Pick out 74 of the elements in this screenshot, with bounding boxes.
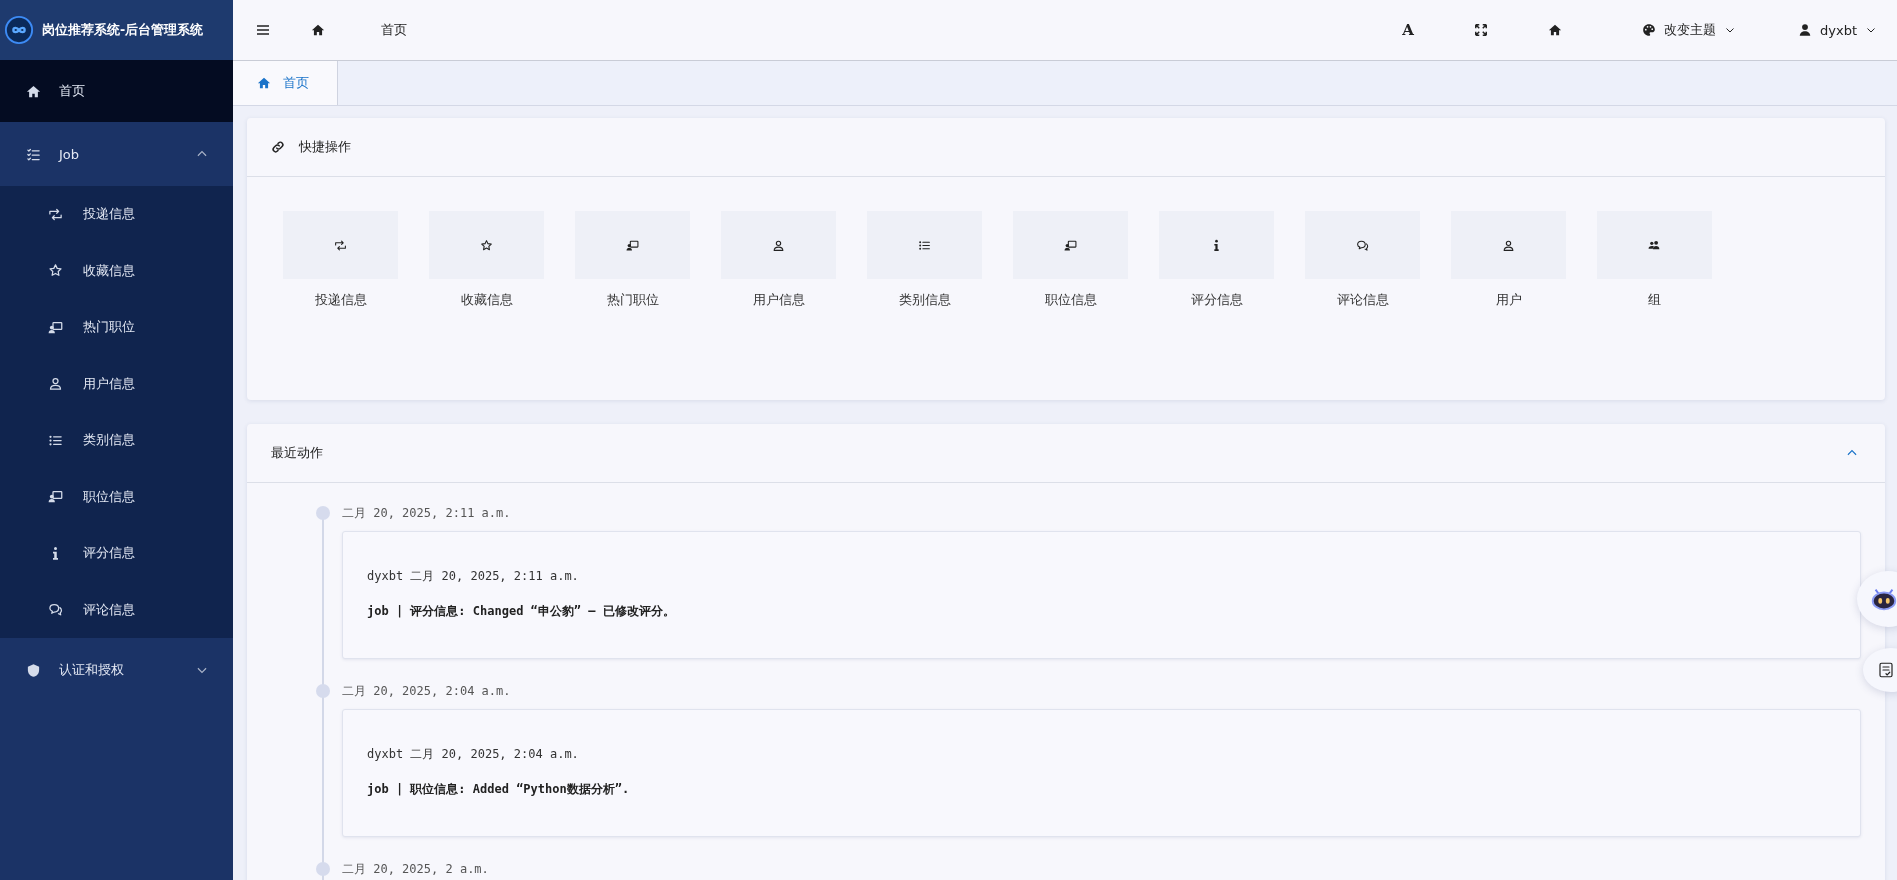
user-icon <box>772 238 785 252</box>
shortcut-label[interactable]: 类别信息 <box>898 291 951 309</box>
card-title: 最近动作 <box>271 444 323 462</box>
shortcut-label[interactable]: 评论信息 <box>1336 291 1389 309</box>
shortcut-label[interactable]: 职位信息 <box>1044 291 1097 309</box>
home-icon <box>257 76 271 90</box>
link-icon <box>271 140 285 154</box>
home-icon[interactable] <box>1548 23 1562 37</box>
shortcut-tile[interactable] <box>1451 211 1566 279</box>
shortcut-label[interactable]: 收藏信息 <box>460 291 513 309</box>
shortcut-label[interactable]: 热门职位 <box>606 291 659 309</box>
checklist-icon <box>26 146 41 162</box>
timestamp: 二月 20, 2025, 2 a.m. <box>342 860 489 878</box>
action-text: job | 职位信息: Added “Python数据分析”. <box>367 781 630 798</box>
shortcut-tile[interactable] <box>1013 211 1128 279</box>
user-menu[interactable]: dyxbt <box>1798 22 1877 38</box>
shortcut-label[interactable]: 用户信息 <box>752 291 805 309</box>
sidebar-item[interactable]: Job <box>0 122 233 186</box>
list-icon <box>918 238 931 252</box>
home-icon <box>26 83 41 99</box>
presenter-icon <box>48 489 63 505</box>
users-icon <box>1648 238 1661 252</box>
sidebar-subitem[interactable]: 投递信息 <box>0 186 233 243</box>
sidebar-subitem[interactable]: 评分信息 <box>0 525 233 582</box>
user-icon <box>1798 23 1812 37</box>
shortcut-tile[interactable] <box>1597 211 1712 279</box>
action-meta: dyxbt 二月 20, 2025, 2:04 a.m. <box>367 746 579 763</box>
sidebar-subitem[interactable]: 类别信息 <box>0 412 233 469</box>
action-meta: dyxbt 二月 20, 2025, 2:11 a.m. <box>367 568 579 585</box>
presenter-icon <box>48 319 63 335</box>
star-icon <box>48 263 63 279</box>
shield-icon <box>26 662 41 678</box>
repeat-arrows-icon <box>334 238 347 252</box>
action-text: job | 评分信息: Changed “申公豹” — 已修改评分。 <box>367 603 675 620</box>
shortcut-label[interactable]: 组 <box>1648 291 1661 309</box>
shortcut-tile[interactable] <box>1159 211 1274 279</box>
shortcut-tile[interactable] <box>283 211 398 279</box>
shortcut-label[interactable]: 投递信息 <box>314 291 367 309</box>
shortcut-tile[interactable] <box>867 211 982 279</box>
user-icon <box>1502 238 1515 252</box>
sidebar-subitem[interactable]: 热门职位 <box>0 299 233 356</box>
logo-icon <box>4 15 34 45</box>
palette-icon <box>1642 23 1656 37</box>
menu-icon[interactable] <box>255 22 271 38</box>
breadcrumb[interactable]: 首页 <box>381 21 407 39</box>
shortcut-label[interactable]: 用户 <box>1495 291 1522 309</box>
sidebar-subitem[interactable]: 用户信息 <box>0 355 233 412</box>
timestamp: 二月 20, 2025, 2:11 a.m. <box>342 504 511 522</box>
app-title: 岗位推荐系统-后台管理系统 <box>42 21 204 39</box>
font-size-button[interactable]: A <box>1402 21 1414 39</box>
presenter-icon <box>626 238 639 252</box>
chat-bubbles-icon <box>1356 238 1369 252</box>
user-icon <box>48 376 63 392</box>
repeat-arrows-icon <box>48 206 63 222</box>
theme-dropdown[interactable]: 改变主题 <box>1642 21 1736 39</box>
shortcut-label[interactable]: 评分信息 <box>1190 291 1243 309</box>
sidebar-item[interactable]: 首页 <box>0 60 233 122</box>
chat-bubbles-icon <box>48 602 63 618</box>
sidebar-subitem[interactable]: 收藏信息 <box>0 242 233 299</box>
sidebar-item[interactable]: 认证和授权 <box>0 638 233 702</box>
home-icon <box>311 23 325 37</box>
fullscreen-icon[interactable] <box>1474 23 1488 37</box>
sidebar-subitem[interactable]: 职位信息 <box>0 468 233 525</box>
card-title: 快捷操作 <box>299 138 351 156</box>
sidebar-subitem[interactable]: 评论信息 <box>0 581 233 638</box>
presenter-icon <box>1064 238 1077 252</box>
shortcut-tile[interactable] <box>575 211 690 279</box>
timestamp: 二月 20, 2025, 2:04 a.m. <box>342 682 511 700</box>
shortcut-tile[interactable] <box>429 211 544 279</box>
tab[interactable]: 首页 <box>233 61 338 105</box>
star-icon <box>480 238 493 252</box>
shortcut-tile[interactable] <box>721 211 836 279</box>
checklist-document-icon <box>1877 661 1895 679</box>
shortcut-tile[interactable] <box>1305 211 1420 279</box>
